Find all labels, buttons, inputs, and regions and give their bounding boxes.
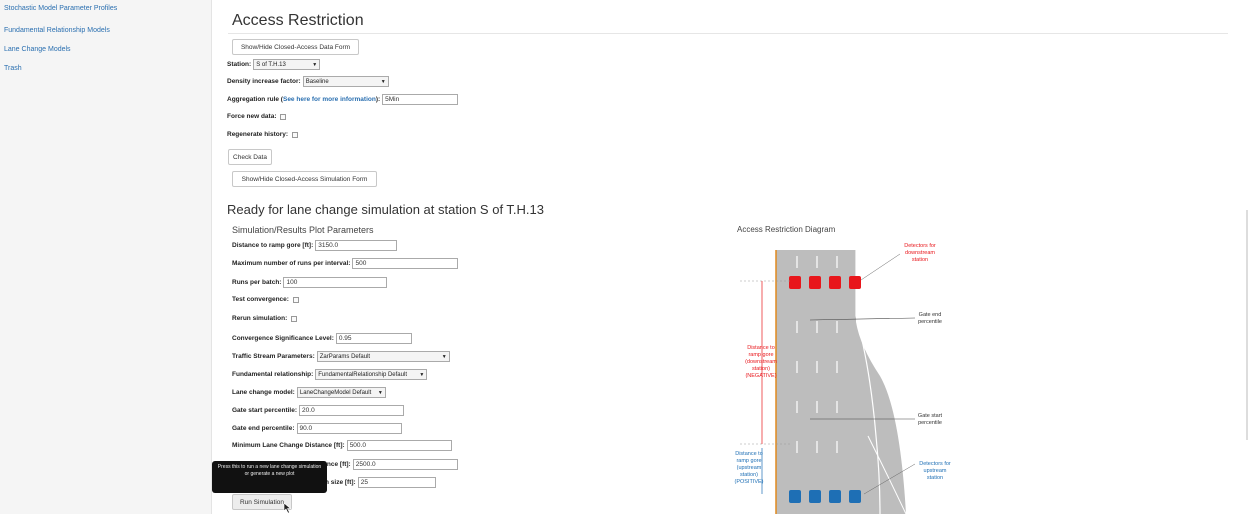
det-down-l2: station	[912, 257, 928, 263]
cursor-pointer-icon	[283, 502, 292, 514]
sidebar: Stochastic Model Parameter Profiles Fund…	[0, 0, 212, 514]
test-convergence-checkbox[interactable]	[292, 296, 299, 303]
run-simulation-tooltip: Press this to run a new lane change simu…	[212, 461, 327, 493]
det-down-l0: Detectors for	[904, 243, 936, 249]
field-rerun-simulation: Rerun simulation:	[232, 315, 298, 322]
dist-up-l1: ramp gore	[736, 458, 761, 464]
dist-down-l3: station)	[752, 366, 770, 372]
field-fundamental: Fundamental relationship: FundamentalRel…	[232, 369, 428, 380]
dist-down-l2: (downstream	[745, 359, 777, 365]
det-up-l0: Detectors for	[919, 461, 951, 467]
page-title: Access Restriction	[232, 12, 364, 29]
min-lane-change-input[interactable]: 500.0	[346, 440, 452, 451]
gate-end-l0: Gate end	[919, 312, 942, 318]
sim-params-heading: Simulation/Results Plot Parameters	[232, 225, 374, 235]
force-row: Force new data:	[227, 113, 287, 120]
gate-start-input[interactable]: 20.0	[299, 405, 405, 416]
distance-to-gore-input[interactable]: 3150.0	[315, 240, 398, 251]
bin-size-input[interactable]: 25	[357, 477, 436, 488]
field-test-convergence: Test convergence:	[232, 296, 299, 303]
force-label: Force new data:	[227, 113, 277, 120]
sidebar-item-trash[interactable]: Trash	[4, 65, 22, 72]
rerun-simulation-checkbox[interactable]	[291, 315, 298, 322]
max-runs-input[interactable]: 500	[352, 258, 459, 269]
gate-end-input[interactable]: 90.0	[296, 423, 402, 434]
aggregation-info-link[interactable]: See here for more information	[283, 96, 376, 103]
density-row: Density increase factor: Baseline ▼	[227, 76, 389, 87]
dist-up-l2: (upstream	[737, 465, 762, 471]
scrollbar[interactable]	[1246, 210, 1248, 440]
sidebar-item-lane-change-models[interactable]: Lane Change Models	[4, 46, 71, 53]
dist-down-l1: ramp gore	[748, 352, 773, 358]
gate-start-l1: percentile	[918, 420, 942, 426]
density-select[interactable]: Baseline ▼	[302, 76, 389, 87]
aggregation-label: Aggregation rule (See here for more info…	[227, 96, 381, 103]
max-lane-change-input[interactable]: 2500.0	[352, 459, 458, 470]
det-down-l1: downstream	[905, 250, 935, 256]
field-traffic-stream: Traffic Stream Parameters: ZarParams Def…	[232, 351, 450, 362]
field-lane-change-model: Lane change model: LaneChangeModel Defau…	[232, 387, 386, 398]
field-significance: Convergence Significance Level: 0.95	[232, 333, 412, 344]
dist-down-l0: Distance to	[747, 345, 775, 351]
regenerate-row: Regenerate history:	[227, 131, 299, 138]
field-max-runs: Maximum number of runs per interval: 500	[232, 258, 459, 269]
field-gate-start: Gate start percentile: 20.0	[232, 405, 405, 416]
access-restriction-diagram: Detectors for downstream station Distanc…	[734, 243, 951, 514]
traffic-stream-select[interactable]: ZarParams Default ▼	[316, 351, 450, 362]
field-distance-to-gore: Distance to ramp gore [ft]: 3150.0	[232, 240, 398, 251]
chevron-down-icon: ▼	[312, 61, 318, 68]
gate-start-l0: Gate start	[918, 413, 943, 419]
chevron-down-icon: ▼	[380, 78, 386, 85]
ready-heading: Ready for lane change simulation at stat…	[227, 202, 545, 217]
force-new-data-checkbox[interactable]	[280, 113, 287, 120]
fundamental-select[interactable]: FundamentalRelationship Default ▼	[315, 369, 428, 380]
regenerate-label: Regenerate history:	[227, 131, 289, 138]
station-select[interactable]: S of T.H.13 ▼	[253, 59, 321, 70]
station-row: Station: S of T.H.13 ▼	[227, 59, 321, 70]
det-up-l2: station	[927, 475, 943, 481]
toggle-simulation-form-button[interactable]: Show/Hide Closed-Access Simulation Form	[232, 171, 377, 187]
diagram-heading: Access Restriction Diagram	[737, 225, 836, 234]
chevron-down-icon: ▼	[419, 371, 425, 378]
check-data-button[interactable]: Check Data	[228, 149, 272, 165]
runs-per-batch-input[interactable]: 100	[283, 277, 388, 288]
lane-change-model-select[interactable]: LaneChangeModel Default ▼	[296, 387, 386, 398]
sidebar-item-stochastic-profiles[interactable]: Stochastic Model Parameter Profiles	[4, 5, 117, 12]
field-max-lane-change: Distance [ft]: 2500.0	[311, 459, 458, 470]
title-divider	[228, 33, 1228, 34]
field-min-lane-change: Minimum Lane Change Distance [ft]: 500.0	[232, 440, 452, 451]
det-up-l1: upstream	[924, 468, 947, 474]
dist-up-l3: station)	[740, 472, 758, 478]
chevron-down-icon: ▼	[441, 353, 447, 360]
aggregation-row: Aggregation rule (See here for more info…	[227, 94, 459, 105]
chevron-down-icon: ▼	[377, 389, 383, 396]
dist-up-l4: (POSITIVE)	[734, 479, 763, 485]
density-label: Density increase factor:	[227, 78, 301, 85]
gate-end-l1: percentile	[918, 319, 942, 325]
regenerate-history-checkbox[interactable]	[292, 131, 299, 138]
dist-down-l4: (NEGATIVE)	[745, 373, 776, 379]
field-bin-size: n size [ft]: 25	[325, 477, 436, 488]
aggregation-input[interactable]: 5Min	[382, 94, 459, 105]
field-gate-end: Gate end percentile: 90.0	[232, 423, 402, 434]
sidebar-item-fundamental-models[interactable]: Fundamental Relationship Models	[4, 27, 110, 34]
dist-up-l0: Distance to	[735, 451, 763, 457]
significance-input[interactable]: 0.95	[335, 333, 412, 344]
station-label: Station:	[227, 61, 252, 68]
toggle-data-form-button[interactable]: Show/Hide Closed-Access Data Form	[232, 39, 359, 55]
field-runs-per-batch: Runs per batch: 100	[232, 277, 388, 288]
